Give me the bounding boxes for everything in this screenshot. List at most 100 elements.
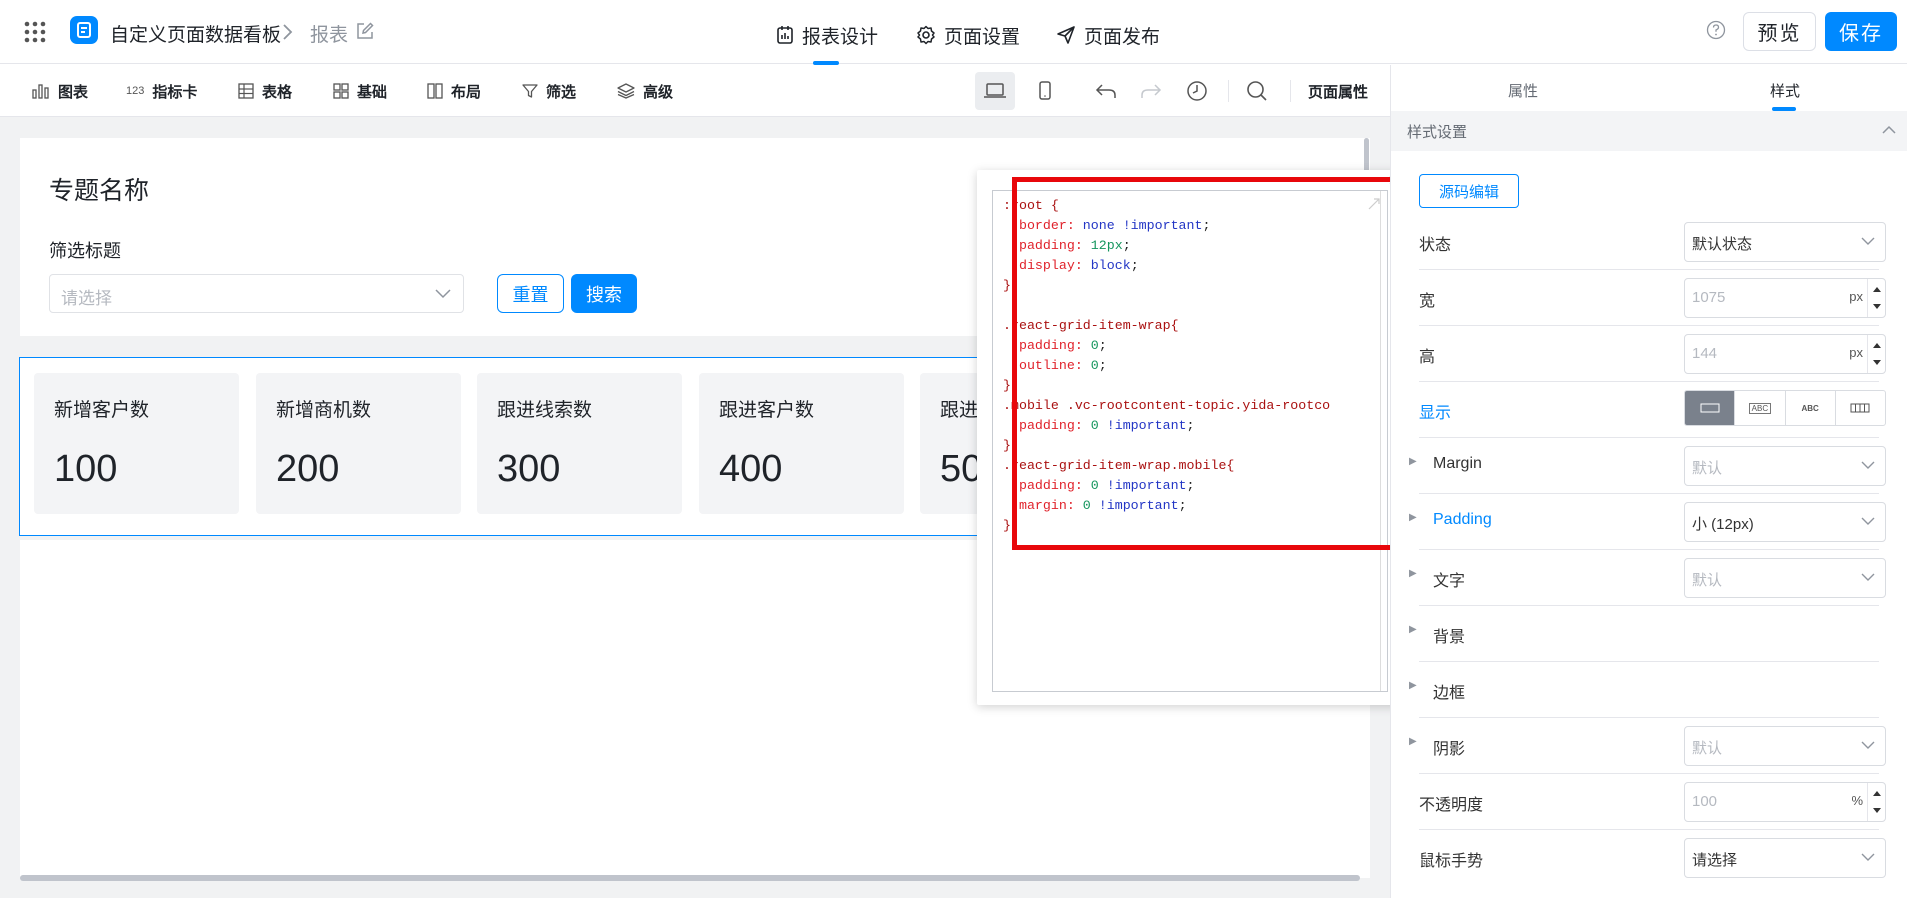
reset-button[interactable]: 重置 — [497, 274, 564, 313]
display-inline-option[interactable]: ABC — [1786, 391, 1836, 425]
horizontal-scrollbar[interactable] — [20, 875, 1360, 881]
table-icon — [238, 83, 254, 99]
style-row-padding[interactable]: ▶ Padding 小 (12px) — [1409, 494, 1886, 550]
toolbar-divider — [1290, 80, 1291, 102]
width-input[interactable]: 1075 px — [1684, 278, 1886, 318]
toolbar-divider — [1228, 80, 1229, 102]
breadcrumb-page[interactable]: 报表 — [310, 20, 348, 47]
metric-card[interactable]: 跟进客户数 400 — [699, 373, 904, 514]
search-button[interactable]: 搜索 — [571, 274, 637, 313]
metric-label: 新增客户数 — [54, 400, 150, 421]
desktop-view-button[interactable] — [975, 72, 1015, 110]
style-row-border[interactable]: ▶ 边框 — [1409, 662, 1879, 718]
shadow-select-value: 默认 — [1692, 740, 1723, 757]
style-row-text[interactable]: ▶ 文字 默认 — [1409, 550, 1886, 606]
chevron-down-icon — [1861, 741, 1875, 750]
display-inline-block-option[interactable]: ABC — [1735, 391, 1786, 425]
filter-select[interactable]: 请选择 — [49, 274, 464, 313]
filter-select-placeholder: 请选择 — [61, 289, 112, 308]
tab-styles[interactable]: 样式 — [1770, 80, 1800, 101]
top-header: 自定义页面数据看板 报表 报表设计 页面设置 页面发布 预览 保存 — [0, 0, 1907, 65]
padding-select[interactable]: 小 (12px) — [1684, 502, 1886, 542]
height-stepper[interactable] — [1867, 335, 1885, 373]
page-properties-button[interactable]: 页面属性 — [1308, 81, 1368, 102]
code-token: } — [1003, 278, 1011, 293]
chevron-down-icon — [435, 289, 451, 299]
toolbar-advanced-label: 高级 — [643, 83, 674, 101]
search-icon[interactable] — [1246, 80, 1268, 102]
save-button[interactable]: 保存 — [1825, 12, 1897, 51]
style-row-shadow[interactable]: ▶ 阴影 默认 — [1409, 718, 1886, 774]
toolbar-chart[interactable]: 图表 — [32, 79, 88, 103]
section-header[interactable]: 样式设置 — [1391, 111, 1907, 151]
report-design-icon — [776, 25, 794, 45]
shadow-select[interactable]: 默认 — [1684, 726, 1886, 766]
metric-label: 跟进客户数 — [719, 400, 815, 421]
toolbar-table[interactable]: 表格 — [238, 79, 292, 103]
toolbar-advanced[interactable]: 高级 — [617, 79, 673, 103]
text-label: 文字 — [1433, 573, 1466, 590]
topic-title: 专题名称 — [49, 177, 150, 205]
tab-page-settings[interactable]: 页面设置 — [916, 20, 1020, 50]
text-select[interactable]: 默认 — [1684, 558, 1886, 598]
metric-card[interactable]: 新增客户数 100 — [34, 373, 239, 514]
height-input[interactable]: 144 px — [1684, 334, 1886, 374]
state-select[interactable]: 默认状态 — [1684, 222, 1886, 262]
margin-select[interactable]: 默认 — [1684, 446, 1886, 486]
undo-icon[interactable] — [1095, 81, 1117, 101]
toolbar-basic[interactable]: 基础 — [333, 79, 387, 103]
expand-triangle-icon: ▶ — [1409, 624, 1417, 635]
cursor-label: 鼠标手势 — [1419, 853, 1484, 870]
opacity-stepper[interactable] — [1867, 783, 1885, 821]
cursor-select[interactable]: 请选择 — [1684, 838, 1886, 878]
metric-value: 50 — [940, 448, 983, 490]
tab-report-design[interactable]: 报表设计 — [776, 20, 878, 50]
code-token: } — [1003, 378, 1011, 393]
help-icon[interactable] — [1706, 20, 1726, 40]
opacity-input[interactable]: 100% — [1684, 782, 1886, 822]
display-inline-block-text: ABC — [1748, 402, 1772, 414]
app-logo-icon — [70, 16, 98, 44]
style-row-background[interactable]: ▶ 背景 — [1409, 606, 1879, 662]
tab-properties[interactable]: 属性 — [1508, 80, 1538, 101]
toolbar-basic-label: 基础 — [357, 83, 388, 101]
bar-chart-icon — [32, 83, 50, 99]
layers-icon — [617, 83, 635, 99]
cursor-select-value: 请选择 — [1692, 852, 1738, 869]
filter-icon — [522, 83, 538, 99]
style-row-opacity: 不透明度 100% — [1419, 774, 1886, 830]
filter-title: 筛选标题 — [49, 241, 121, 261]
opacity-unit: % — [1851, 793, 1863, 808]
mobile-view-button[interactable] — [1025, 72, 1065, 110]
width-stepper[interactable] — [1867, 279, 1885, 317]
metric-label: 跟进 — [940, 400, 979, 421]
metric-label: 新增商机数 — [276, 400, 372, 421]
metric-value: 100 — [54, 448, 118, 490]
toolbar-layout-label: 布局 — [451, 83, 482, 101]
metric-card[interactable]: 跟进 50 — [920, 373, 983, 514]
tab-page-settings-label: 页面设置 — [944, 26, 1021, 48]
toolbar-filter[interactable]: 筛选 — [522, 79, 576, 103]
redo-icon[interactable] — [1140, 81, 1162, 101]
toolbar-layout[interactable]: 布局 — [427, 79, 481, 103]
app-title[interactable]: 自定义页面数据看板 — [110, 20, 281, 47]
opacity-label: 不透明度 — [1419, 797, 1484, 814]
metric-card[interactable]: 新增商机数 200 — [256, 373, 461, 514]
metric-card[interactable]: 跟进线索数 300 — [477, 373, 682, 514]
chevron-down-icon — [1861, 237, 1875, 246]
preview-button[interactable]: 预览 — [1743, 12, 1816, 51]
state-select-value: 默认状态 — [1692, 236, 1753, 253]
display-flex-option[interactable] — [1836, 391, 1885, 425]
toolbar-table-label: 表格 — [262, 83, 293, 101]
metric-label: 跟进线索数 — [497, 400, 593, 421]
source-edit-button[interactable]: 源码编辑 — [1419, 174, 1519, 208]
history-icon[interactable] — [1186, 80, 1208, 102]
code-token: } — [1003, 518, 1011, 533]
edit-icon[interactable] — [356, 22, 374, 40]
style-row-display: 显示 ABC ABC — [1419, 382, 1886, 438]
display-block-option[interactable] — [1685, 391, 1736, 425]
style-row-margin[interactable]: ▶ Margin 默认 — [1409, 438, 1886, 494]
app-grid-icon[interactable] — [24, 21, 46, 43]
tab-page-publish[interactable]: 页面发布 — [1056, 20, 1160, 50]
toolbar-metric-card[interactable]: 123 指标卡 — [126, 79, 197, 103]
